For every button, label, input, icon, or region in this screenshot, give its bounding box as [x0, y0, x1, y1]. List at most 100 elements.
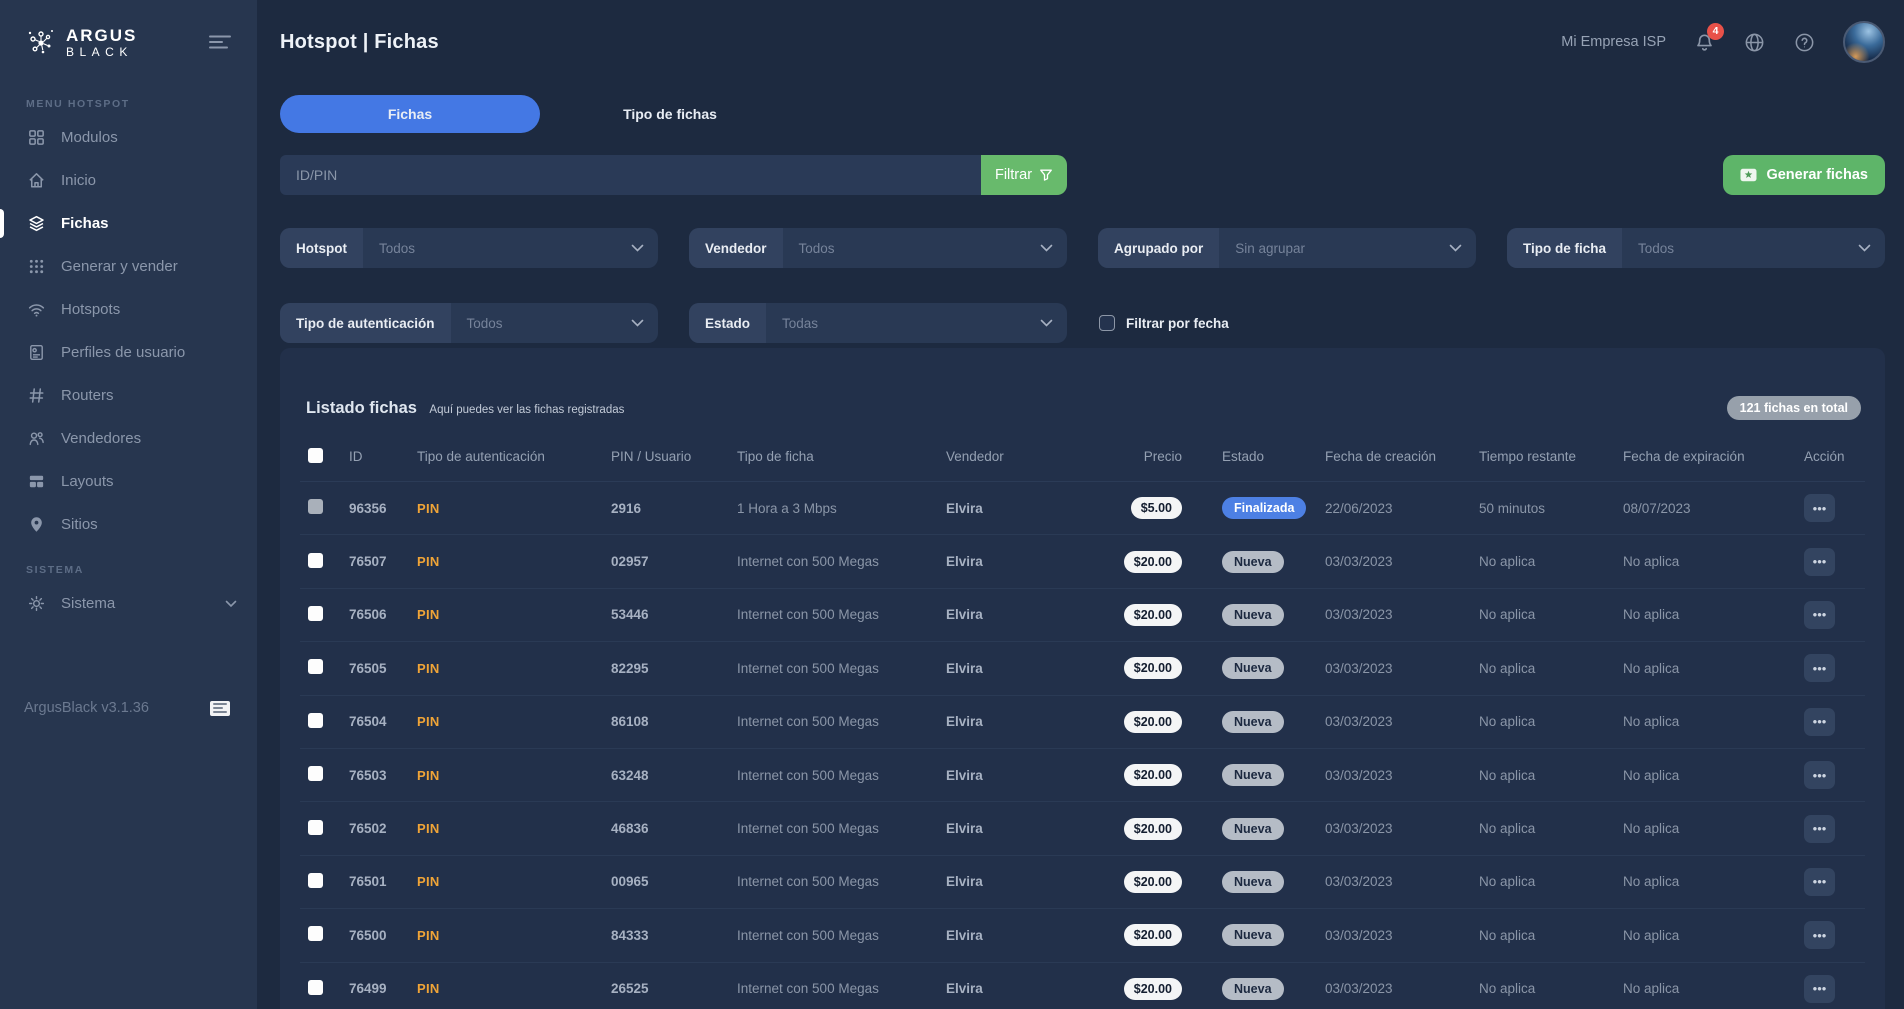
- row-checkbox[interactable]: [308, 553, 323, 568]
- row-checkbox[interactable]: [308, 499, 323, 514]
- sidebar-item-hotspots[interactable]: Hotspots: [0, 288, 257, 331]
- row-actions-button[interactable]: •••: [1804, 494, 1835, 522]
- select-all-checkbox[interactable]: [308, 448, 323, 463]
- help-button[interactable]: [1793, 31, 1816, 54]
- sidebar-item-generar-y-vender[interactable]: Generar y vender: [0, 245, 257, 288]
- table-row: 76507 PIN 02957 Internet con 500 Megas E…: [300, 535, 1865, 588]
- column-header-fecha-creacion[interactable]: Fecha de creación: [1325, 449, 1479, 464]
- filter-value: Todos: [783, 241, 1040, 256]
- argusblack-logo[interactable]: ARGUS BLACK: [26, 26, 137, 58]
- date-filter-checkbox[interactable]: Filtrar por fecha: [1099, 315, 1229, 331]
- row-checkbox[interactable]: [308, 926, 323, 941]
- user-profile-icon: [26, 343, 46, 362]
- sidebar-item-perfiles-de-usuario[interactable]: Perfiles de usuario: [0, 331, 257, 374]
- cell-vendor: Elvira: [946, 821, 1122, 836]
- cell-expiration-date: No aplica: [1623, 821, 1804, 836]
- filter-value: Todos: [363, 241, 631, 256]
- column-header-precio[interactable]: Precio: [1122, 449, 1222, 464]
- cell-id: 76503: [349, 768, 417, 783]
- status-badge: Nueva: [1222, 871, 1284, 893]
- row-checkbox[interactable]: [308, 980, 323, 995]
- generate-fichas-button[interactable]: Generar fichas: [1723, 155, 1885, 195]
- cell-vendor: Elvira: [946, 554, 1122, 569]
- filter-vendedor[interactable]: Vendedor Todos: [689, 228, 1067, 268]
- cell-ficha-type: Internet con 500 Megas: [737, 981, 946, 996]
- filter-tipo-de-autenticacion[interactable]: Tipo de autenticación Todos: [280, 303, 658, 343]
- table-row: 76504 PIN 86108 Internet con 500 Megas E…: [300, 696, 1865, 749]
- tab-tipo-de-fichas[interactable]: Tipo de fichas: [540, 95, 800, 133]
- row-actions-button[interactable]: •••: [1804, 921, 1835, 949]
- row-actions-button[interactable]: •••: [1804, 975, 1835, 1003]
- tab-fichas[interactable]: Fichas: [280, 95, 540, 133]
- row-checkbox[interactable]: [308, 606, 323, 621]
- filter-hotspot[interactable]: Hotspot Todos: [280, 228, 658, 268]
- column-header-estado[interactable]: Estado: [1222, 449, 1325, 464]
- filter-button[interactable]: Filtrar: [981, 155, 1067, 195]
- cell-vendor: Elvira: [946, 607, 1122, 622]
- cell-vendor: Elvira: [946, 661, 1122, 676]
- row-actions-button[interactable]: •••: [1804, 708, 1835, 736]
- row-checkbox[interactable]: [308, 820, 323, 835]
- cell-expiration-date: No aplica: [1623, 981, 1804, 996]
- tabs: Fichas Tipo de fichas: [280, 95, 800, 133]
- user-avatar[interactable]: [1843, 21, 1885, 63]
- sidebar-item-sitios[interactable]: Sitios: [0, 503, 257, 546]
- sidebar-item-label: Layouts: [61, 473, 114, 490]
- main-content: Hotspot | Fichas Mi Empresa ISP 4 Fichas…: [257, 0, 1904, 1009]
- row-actions-button[interactable]: •••: [1804, 548, 1835, 576]
- more-options-icon: •••: [1813, 714, 1827, 729]
- column-header-id[interactable]: ID: [349, 449, 417, 464]
- row-checkbox[interactable]: [308, 713, 323, 728]
- column-header-vendedor[interactable]: Vendedor: [946, 449, 1122, 464]
- row-checkbox[interactable]: [308, 766, 323, 781]
- filter-button-label: Filtrar: [995, 167, 1032, 183]
- filter-value: Todos: [451, 316, 631, 331]
- filter-tipo-de-ficha[interactable]: Tipo de ficha Todos: [1507, 228, 1885, 268]
- cell-remaining-time: No aplica: [1479, 821, 1623, 836]
- status-badge: Nueva: [1222, 657, 1284, 679]
- chevron-down-icon: [631, 244, 644, 252]
- cell-ficha-type: Internet con 500 Megas: [737, 714, 946, 729]
- sidebar-item-fichas[interactable]: Fichas: [0, 202, 257, 245]
- column-header-auth-type[interactable]: Tipo de autenticación: [417, 449, 611, 464]
- table-row: 76506 PIN 53446 Internet con 500 Megas E…: [300, 589, 1865, 642]
- column-header-ficha-type[interactable]: Tipo de ficha: [737, 449, 946, 464]
- sidebar-item-inicio[interactable]: Inicio: [0, 159, 257, 202]
- cell-auth-type: PIN: [417, 501, 611, 516]
- column-header-accion[interactable]: Acción: [1804, 449, 1860, 464]
- cell-vendor: Elvira: [946, 981, 1122, 996]
- table-row: 76501 PIN 00965 Internet con 500 Megas E…: [300, 856, 1865, 909]
- filter-value: Sin agrupar: [1219, 241, 1449, 256]
- filter-estado[interactable]: Estado Todas: [689, 303, 1067, 343]
- column-header-pin-usuario[interactable]: PIN / Usuario: [611, 449, 737, 464]
- cell-vendor: Elvira: [946, 501, 1122, 516]
- sidebar-toggle-icon[interactable]: [205, 31, 235, 53]
- sidebar-item-modulos[interactable]: Modulos: [0, 116, 257, 159]
- search-input[interactable]: [280, 155, 981, 195]
- more-options-icon: •••: [1813, 607, 1827, 622]
- layout-icon: [26, 472, 46, 491]
- sidebar-item-sistema[interactable]: Sistema: [0, 582, 257, 625]
- sidebar-item-routers[interactable]: Routers: [0, 374, 257, 417]
- sidebar-item-layouts[interactable]: Layouts: [0, 460, 257, 503]
- filter-agrupado-por[interactable]: Agrupado por Sin agrupar: [1098, 228, 1476, 268]
- cell-pin: 00965: [611, 874, 737, 889]
- row-actions-button[interactable]: •••: [1804, 868, 1835, 896]
- cell-pin: 84333: [611, 928, 737, 943]
- language-button[interactable]: [1743, 31, 1766, 54]
- sidebar-footer: ArgusBlack v3.1.36: [24, 700, 230, 716]
- row-checkbox[interactable]: [308, 659, 323, 674]
- row-actions-button[interactable]: •••: [1804, 601, 1835, 629]
- cell-ficha-type: Internet con 500 Megas: [737, 554, 946, 569]
- topbar-actions: Mi Empresa ISP 4: [1561, 21, 1885, 63]
- row-actions-button[interactable]: •••: [1804, 654, 1835, 682]
- sidebar-item-vendedores[interactable]: Vendedores: [0, 417, 257, 460]
- row-checkbox[interactable]: [308, 873, 323, 888]
- column-header-tiempo-restante[interactable]: Tiempo restante: [1479, 449, 1623, 464]
- column-header-fecha-expiracion[interactable]: Fecha de expiración: [1623, 449, 1804, 464]
- app: ARGUS BLACK MENU HOTSPOT Modulos: [0, 0, 1904, 1009]
- row-actions-button[interactable]: •••: [1804, 761, 1835, 789]
- row-actions-button[interactable]: •••: [1804, 815, 1835, 843]
- price-badge: $20.00: [1124, 551, 1182, 573]
- notifications-button[interactable]: 4: [1693, 31, 1716, 54]
